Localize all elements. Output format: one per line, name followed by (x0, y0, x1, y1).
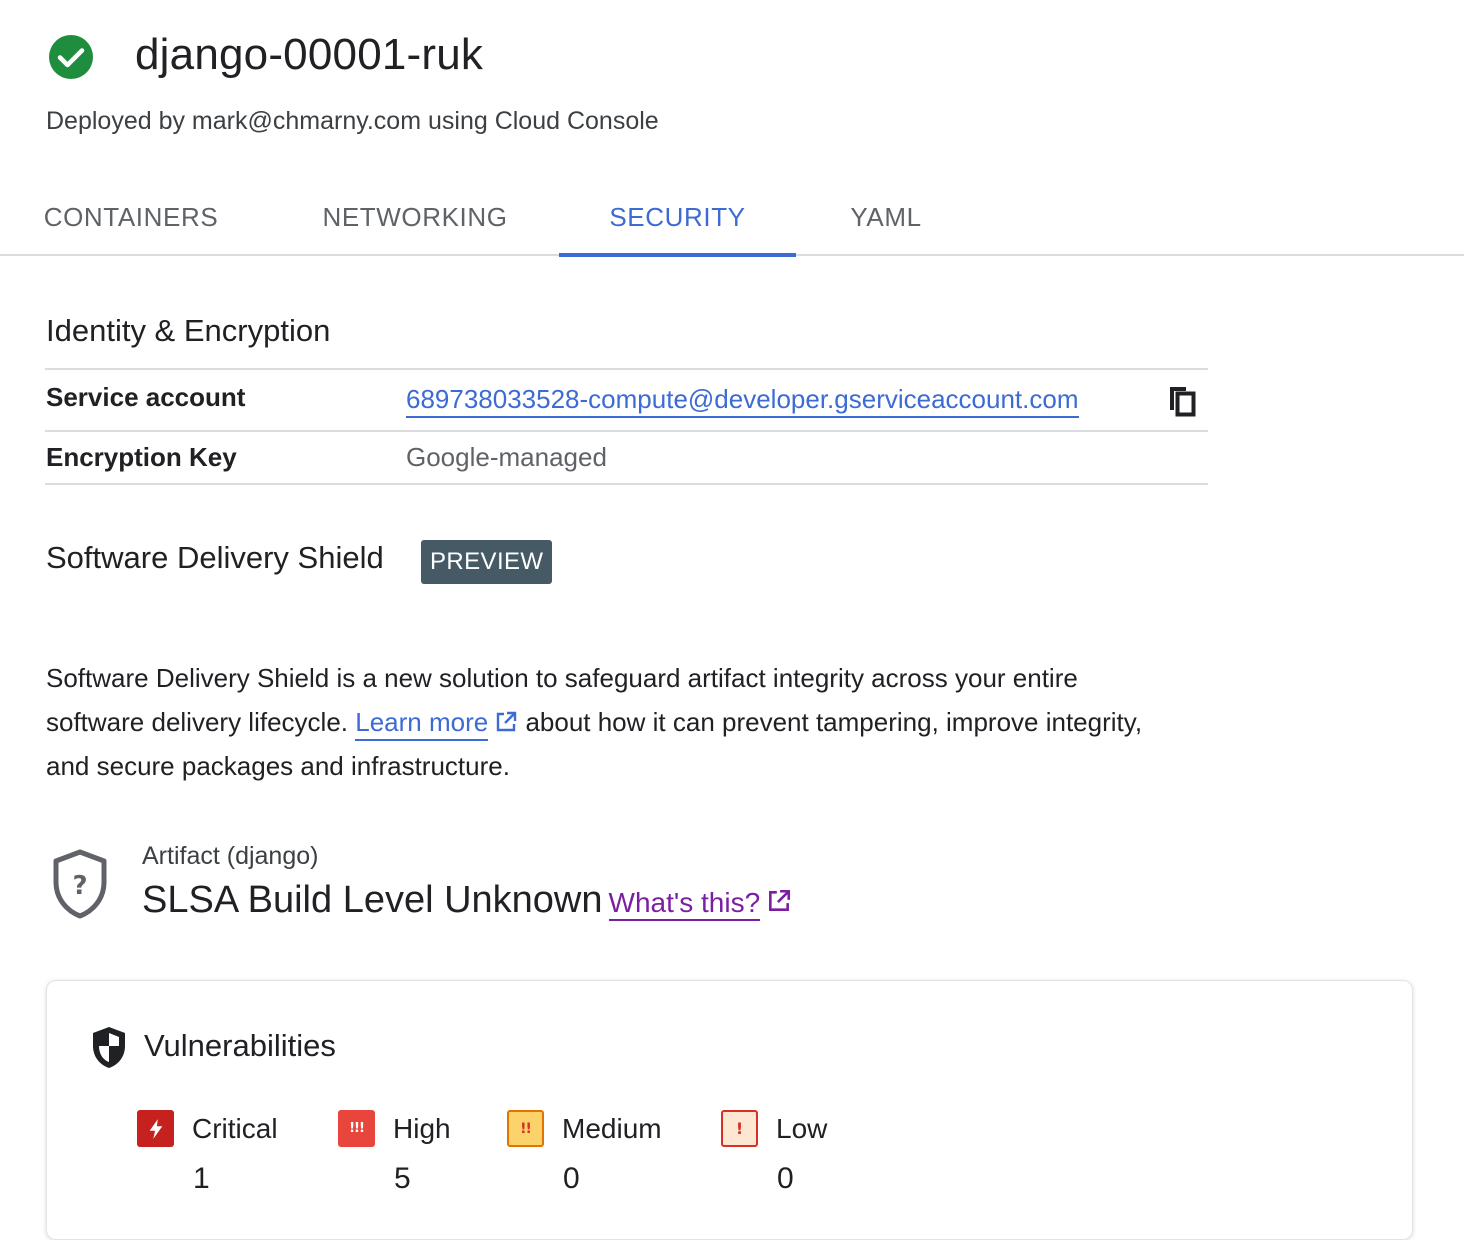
critical-count: 1 (193, 1162, 210, 1195)
shield-question-icon: ? (53, 849, 107, 919)
external-link-icon[interactable] (494, 710, 518, 734)
tab-yaml[interactable]: YAML (826, 180, 946, 254)
identity-encryption-heading: Identity & Encryption (46, 313, 331, 348)
triple-exclamation-icon: !!! (338, 1110, 375, 1147)
slsa-level-text: SLSA Build Level Unknown (142, 879, 603, 921)
table-row: Service account 689738033528-compute@dev… (45, 370, 1208, 432)
double-exclamation-icon: !! (507, 1110, 544, 1147)
severity-label: Low (776, 1112, 828, 1144)
deployed-by-text: Deployed by mark@chmarny.com using Cloud… (46, 107, 659, 135)
artifact-label: Artifact (django) (142, 842, 319, 870)
table-row: Encryption Key Google-managed (45, 432, 1208, 485)
external-link-icon[interactable] (766, 888, 792, 914)
slsa-level: SLSA Build Level Unknown What's this? (142, 876, 792, 927)
copy-icon[interactable] (1167, 384, 1197, 418)
encryption-key-value: Google-managed (406, 442, 607, 472)
encryption-key-label: Encryption Key (46, 442, 237, 472)
svg-text:?: ? (72, 871, 87, 901)
low-count: 0 (777, 1162, 794, 1195)
lightning-icon (137, 1110, 174, 1147)
medium-count: 0 (563, 1162, 580, 1195)
tab-bar: CONTAINERS NETWORKING SECURITY YAML (0, 180, 1464, 257)
severity-medium: !! Medium (507, 1110, 662, 1147)
identity-table: Service account 689738033528-compute@dev… (45, 368, 1208, 485)
service-account-label: Service account (46, 382, 246, 412)
learn-more-link[interactable]: Learn more (355, 707, 489, 741)
check-circle-icon (49, 35, 93, 79)
vulnerabilities-title: Vulnerabilities (144, 1028, 336, 1063)
whats-this-link[interactable]: What's this? (608, 887, 761, 921)
severity-high: !!! High (338, 1110, 451, 1147)
severity-label: Critical (192, 1112, 278, 1144)
exclamation-icon: ! (721, 1110, 758, 1147)
preview-badge: PREVIEW (421, 540, 553, 584)
high-count: 5 (394, 1162, 411, 1195)
severity-label: Medium (562, 1112, 662, 1144)
service-account-link[interactable]: 689738033528-compute@developer.gservicea… (406, 384, 1079, 418)
tab-security[interactable]: SECURITY (559, 180, 796, 257)
sds-description: Software Delivery Shield is a new soluti… (46, 656, 1146, 788)
page-title: django-00001-ruk (135, 30, 484, 79)
shield-icon (93, 1027, 125, 1068)
tab-networking[interactable]: NETWORKING (295, 180, 535, 254)
severity-low: ! Low (721, 1110, 827, 1147)
severity-critical: Critical (137, 1110, 278, 1147)
tab-containers[interactable]: CONTAINERS (20, 180, 242, 254)
sds-heading: Software Delivery Shield (46, 540, 384, 575)
severity-label: High (393, 1112, 451, 1144)
